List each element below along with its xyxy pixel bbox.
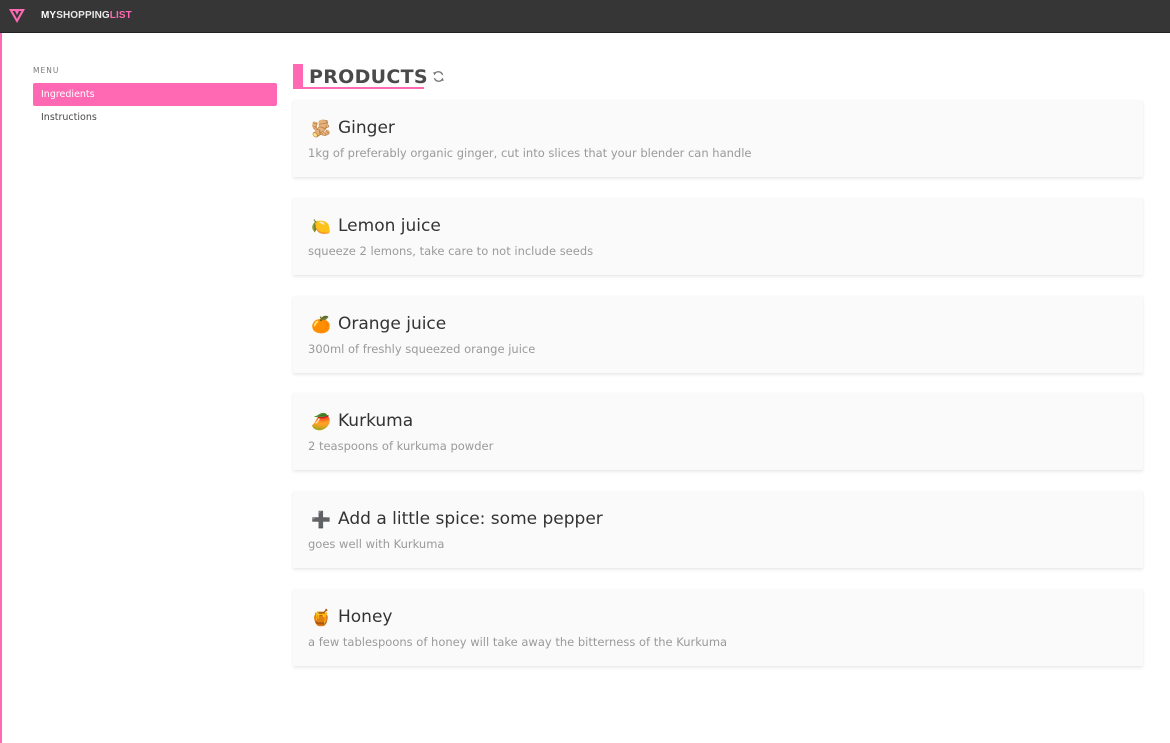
product-name: Add a little spice: some pepper xyxy=(338,509,603,530)
product-list: 🫚 Ginger 1kg of preferably organic ginge… xyxy=(293,100,1143,687)
product-name: Orange juice xyxy=(338,313,447,334)
title-accent-bar xyxy=(293,64,303,89)
plus-icon: ➕ xyxy=(311,510,331,530)
kurkuma-icon: 🥭 xyxy=(311,412,331,432)
product-card[interactable]: 🥭 Kurkuma 2 teaspoons of kurkuma powder xyxy=(293,393,1143,471)
sidebar-item-instructions[interactable]: Instructions xyxy=(33,106,277,129)
sidebar-item-ingredients[interactable]: Ingredients xyxy=(33,83,277,106)
product-name: Ginger xyxy=(338,118,395,138)
logo-icon[interactable] xyxy=(9,9,25,23)
page-title: PRODUCTS xyxy=(309,66,428,88)
ginger-icon: 🫚 xyxy=(311,119,331,138)
menu-label: MENU xyxy=(33,66,60,75)
product-name: Kurkuma xyxy=(338,411,414,432)
product-description: 2 teaspoons of kurkuma powder xyxy=(308,439,494,454)
honey-icon: 🍯 xyxy=(311,607,331,627)
refresh-icon[interactable] xyxy=(432,70,445,83)
menu-list: Ingredients Instructions xyxy=(33,83,277,129)
product-card[interactable]: ➕ Add a little spice: some pepper goes w… xyxy=(293,491,1143,569)
product-card[interactable]: 🍊 Orange juice 300ml of freshly squeezed… xyxy=(293,295,1143,373)
product-description: squeeze 2 lemons, take care to not inclu… xyxy=(308,243,594,258)
sidebar-menu: MENU Ingredients Instructions xyxy=(33,66,277,129)
main-content: PRODUCTS 🫚 Ginger 1kg of preferably orga… xyxy=(293,64,1143,666)
product-description: 1kg of preferably organic ginger, cut in… xyxy=(308,146,752,160)
page-accent-stripe xyxy=(0,0,2,743)
orange-icon: 🍊 xyxy=(311,314,331,334)
brand-wordmark[interactable]: MY SHOPPING LIST xyxy=(41,10,132,21)
title-underline xyxy=(293,87,424,89)
product-description: a few tablespoons of honey will take awa… xyxy=(308,634,728,649)
product-description: goes well with Kurkuma xyxy=(308,537,445,552)
top-navbar: MY SHOPPING LIST xyxy=(0,0,1170,33)
product-name: Honey xyxy=(338,606,393,627)
product-name: Lemon juice xyxy=(338,215,441,236)
product-card[interactable]: 🫚 Ginger 1kg of preferably organic ginge… xyxy=(293,100,1143,177)
brand-part-shopping: SHOPPING xyxy=(56,10,110,21)
product-description: 300ml of freshly squeezed orange juice xyxy=(308,341,536,356)
page-header: PRODUCTS xyxy=(293,64,1143,90)
brand-part-my: MY xyxy=(41,10,57,21)
product-card[interactable]: 🍯 Honey a few tablespoons of honey will … xyxy=(293,588,1143,666)
product-card[interactable]: 🍋 Lemon juice squeeze 2 lemons, take car… xyxy=(293,197,1143,275)
brand-part-list: LIST xyxy=(109,10,132,21)
lemon-icon: 🍋 xyxy=(311,216,331,236)
